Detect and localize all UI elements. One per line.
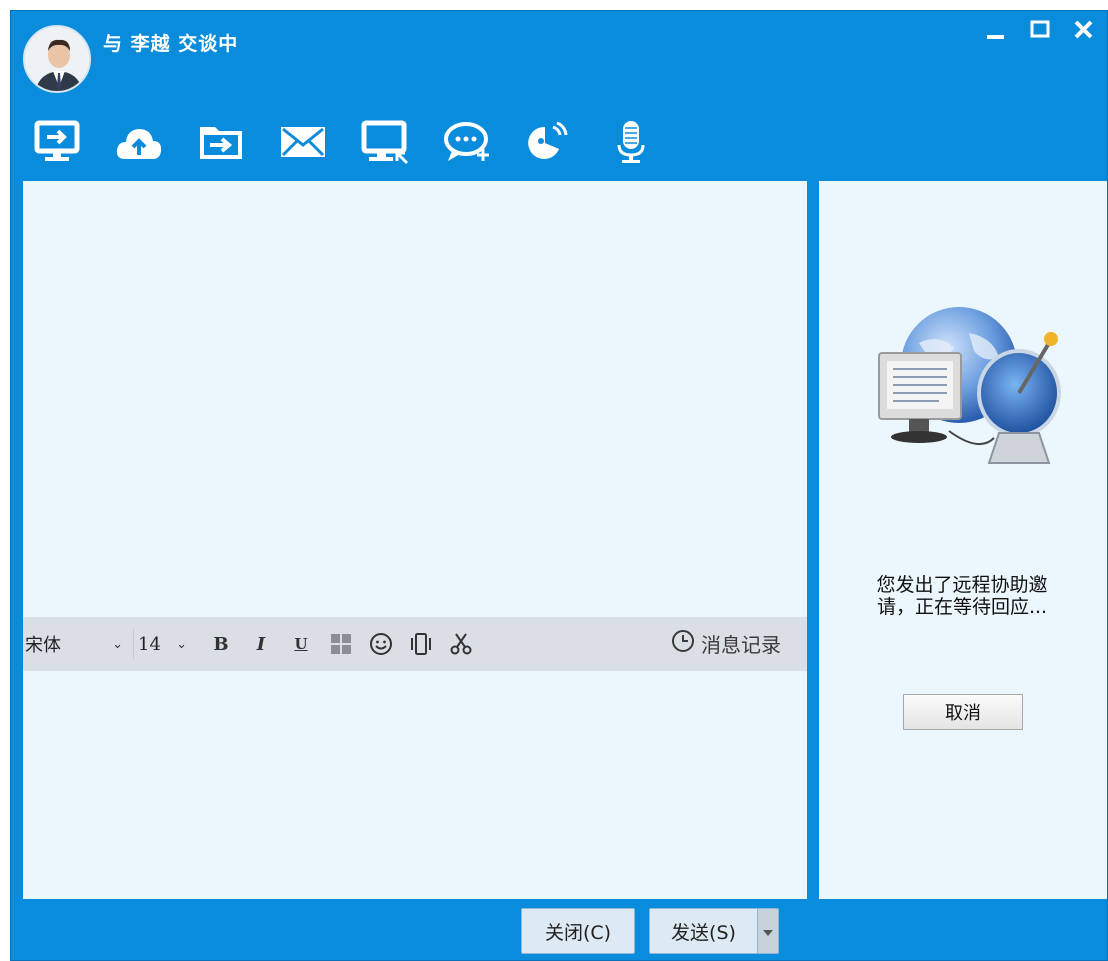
send-options-dropdown[interactable] [757,908,779,954]
email-icon[interactable] [279,119,327,165]
close-icon[interactable] [1069,17,1099,43]
bold-button[interactable]: B [201,629,241,659]
clock-icon [671,629,695,658]
voice-call-icon[interactable] [525,119,573,165]
upload-cloud-icon[interactable] [115,119,163,165]
minimize-icon[interactable] [981,17,1011,43]
italic-button[interactable]: I [241,629,281,659]
maximize-icon[interactable] [1025,17,1055,43]
chat-window: 与 李越 交谈中 宋体 ⌄ 14 ⌄ B I U 消息记录 您发出了远程协助邀请… [10,10,1108,961]
screen-capture-icon[interactable] [361,119,409,165]
format-toolbar: 宋体 ⌄ 14 ⌄ B I U 消息记录 [23,617,807,671]
caret-down-icon [762,922,774,941]
microphone-icon[interactable] [607,119,655,165]
chevron-down-icon: ⌄ [112,636,123,652]
emoji-icon[interactable] [361,629,401,659]
message-history-pane[interactable] [23,181,807,617]
close-button[interactable]: 关闭(C) [521,908,635,954]
remote-assist-panel: 您发出了远程协助邀请，正在等待回应... 取消 [819,181,1107,899]
underline-button[interactable]: U [281,629,321,659]
message-history-button[interactable]: 消息记录 [671,629,781,658]
chevron-down-icon: ⌄ [176,636,187,652]
remote-assistance-illustration [859,303,1069,473]
window-controls [981,17,1099,43]
new-chat-icon[interactable] [443,119,491,165]
font-size-select[interactable]: 14 ⌄ [133,629,193,659]
cancel-button[interactable]: 取消 [903,694,1023,730]
remote-desktop-icon[interactable] [33,119,81,165]
message-history-label: 消息记录 [701,633,781,657]
invitation-status-text: 您发出了远程协助邀请，正在等待回应... [876,574,1048,618]
send-folder-icon[interactable] [197,119,245,165]
vibrate-icon[interactable] [401,629,441,659]
scissors-icon[interactable] [441,629,481,659]
font-family-value: 宋体 [25,635,61,656]
color-grid-icon[interactable] [321,629,361,659]
message-input[interactable] [23,671,807,899]
avatar[interactable] [23,25,91,93]
window-title: 与 李越 交谈中 [103,33,239,55]
font-family-select[interactable]: 宋体 ⌄ [23,629,129,659]
font-size-value: 14 [138,633,161,655]
toolbar [33,119,655,165]
send-button[interactable]: 发送(S) [649,908,757,954]
